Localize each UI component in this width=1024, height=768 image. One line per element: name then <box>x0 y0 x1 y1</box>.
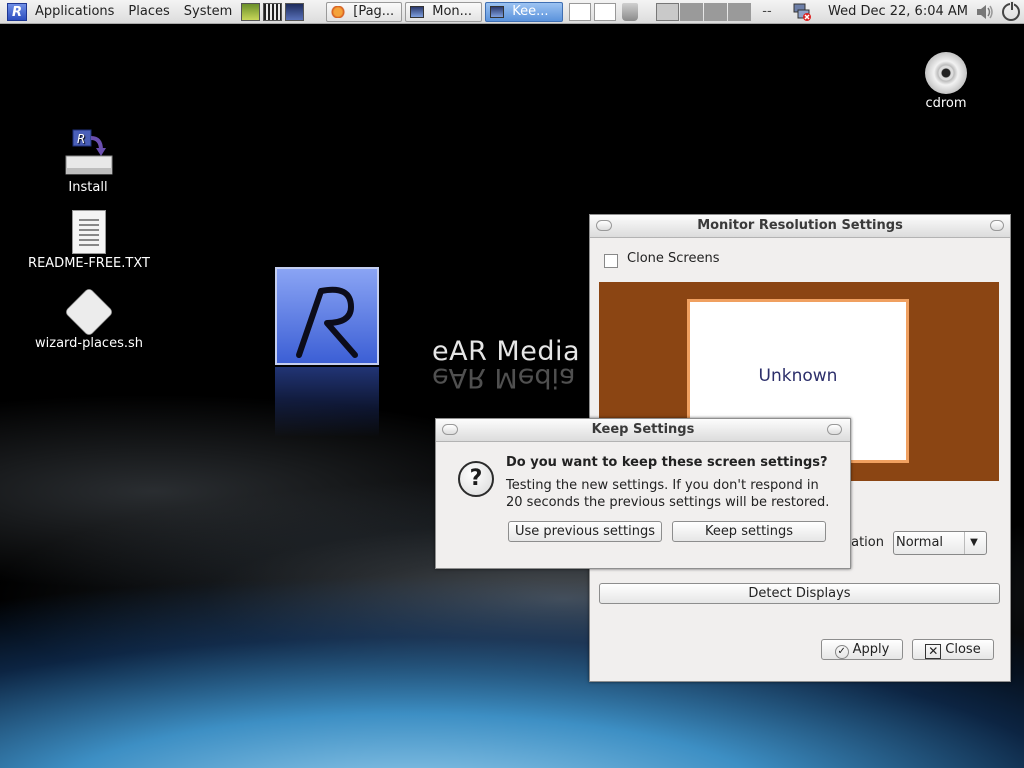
clone-screens-checkbox[interactable] <box>604 254 618 268</box>
use-previous-settings-button[interactable]: Use previous settings <box>508 521 662 542</box>
close-button[interactable]: ✕ Close <box>912 639 994 660</box>
keep-settings-label: Keep settings <box>704 524 794 539</box>
use-previous-label: Use previous settings <box>515 524 655 539</box>
question-icon: ? <box>458 461 494 497</box>
window-menu-button[interactable] <box>596 220 612 231</box>
applications-menu[interactable]: Applications <box>35 4 114 19</box>
dialog-title: Keep Settings <box>591 422 695 437</box>
desktop-icon-label: README-FREE.TXT <box>28 256 150 271</box>
taskbar-button-keep-settings[interactable]: Kee... <box>485 1 564 22</box>
apply-button[interactable]: ✓ Apply <box>821 639 903 660</box>
close-icon: ✕ <box>925 644 942 659</box>
detect-displays-button[interactable]: Detect Displays <box>599 583 1000 604</box>
taskbar-label: Kee... <box>512 4 549 19</box>
taskbar-label: [Pag... <box>353 4 395 19</box>
workspace-4[interactable] <box>728 2 752 21</box>
desktop-icon-readme[interactable]: README-FREE.TXT <box>26 210 152 271</box>
network-disconnected-icon[interactable] <box>792 3 812 21</box>
monitor-icon <box>490 5 505 18</box>
workspace-3[interactable] <box>704 2 728 21</box>
keyboard-launcher-icon[interactable] <box>263 2 283 21</box>
check-icon: ✓ <box>834 645 849 659</box>
desktop-icon-label: wizard-places.sh <box>35 336 143 351</box>
clock[interactable]: Wed Dec 22, 6:04 AM <box>828 4 968 19</box>
workspace-switcher <box>656 2 752 21</box>
ear-media-logo-reflection <box>275 367 379 437</box>
apply-label: Apply <box>852 642 890 657</box>
dialog-message: Testing the new settings. If you don't r… <box>506 478 830 510</box>
close-label: Close <box>945 642 981 657</box>
window-titlebar[interactable]: Monitor Resolution Settings <box>590 215 1010 238</box>
taskbar-button-monitor[interactable]: Mon... <box>405 1 483 22</box>
keep-settings-button[interactable]: Keep settings <box>672 521 826 542</box>
monitor-icon <box>410 5 425 18</box>
rotation-select[interactable]: Normal ▼ <box>893 531 987 555</box>
keep-settings-dialog: Keep Settings ? Do you want to keep thes… <box>435 418 851 569</box>
brand-text-reflection: eAR Media <box>432 362 576 393</box>
cdrom-icon <box>925 52 967 94</box>
terminal-launcher-icon[interactable] <box>285 2 305 21</box>
pager-extra: -- <box>762 4 772 19</box>
desktop-icon-install[interactable]: R Install <box>55 128 121 195</box>
monitor-name: Unknown <box>758 366 838 386</box>
window-title: Monitor Resolution Settings <box>697 218 903 233</box>
window-shade-button[interactable] <box>827 424 842 435</box>
power-icon[interactable] <box>1002 0 1020 21</box>
taskbar-label: Mon... <box>432 4 473 19</box>
text-file-icon <box>72 210 106 254</box>
browser-icon <box>331 5 346 18</box>
dropdown-arrow-icon: ▼ <box>964 532 983 554</box>
taskbar-button-browser[interactable]: [Pag... <box>326 1 403 22</box>
desktop-icon-wizard-places[interactable]: wizard-places.sh <box>30 287 148 351</box>
window-list-icon[interactable] <box>594 2 617 21</box>
rotation-value: Normal <box>896 535 944 550</box>
desktop-icon-label: Install <box>68 180 108 195</box>
top-panel: R Applications Places System [Pag... Mon… <box>0 0 1024 24</box>
workspace-2[interactable] <box>680 2 704 21</box>
system-monitor-launcher-icon[interactable] <box>241 2 261 21</box>
window-shade-button[interactable] <box>990 220 1004 231</box>
trash-icon[interactable] <box>622 2 639 21</box>
install-icon: R <box>63 128 113 178</box>
system-menu[interactable]: System <box>184 4 232 19</box>
workspace-1[interactable] <box>656 2 680 21</box>
main-menu-logo-icon[interactable]: R <box>7 2 27 21</box>
dialog-titlebar[interactable]: Keep Settings <box>436 419 850 442</box>
dialog-question: Do you want to keep these screen setting… <box>506 455 828 470</box>
show-desktop-icon[interactable] <box>569 2 592 21</box>
window-menu-button[interactable] <box>442 424 458 435</box>
ear-media-logo <box>275 267 379 365</box>
clone-screens-label[interactable]: Clone Screens <box>627 251 719 266</box>
desktop-icon-label: cdrom <box>925 96 967 111</box>
svg-text:R: R <box>77 132 85 146</box>
detect-displays-label: Detect Displays <box>748 586 851 601</box>
rotation-label: tation <box>846 535 884 550</box>
volume-icon[interactable] <box>976 4 994 20</box>
places-menu[interactable]: Places <box>128 4 169 19</box>
script-file-icon <box>64 287 114 337</box>
desktop-icon-cdrom[interactable]: cdrom <box>915 52 977 111</box>
